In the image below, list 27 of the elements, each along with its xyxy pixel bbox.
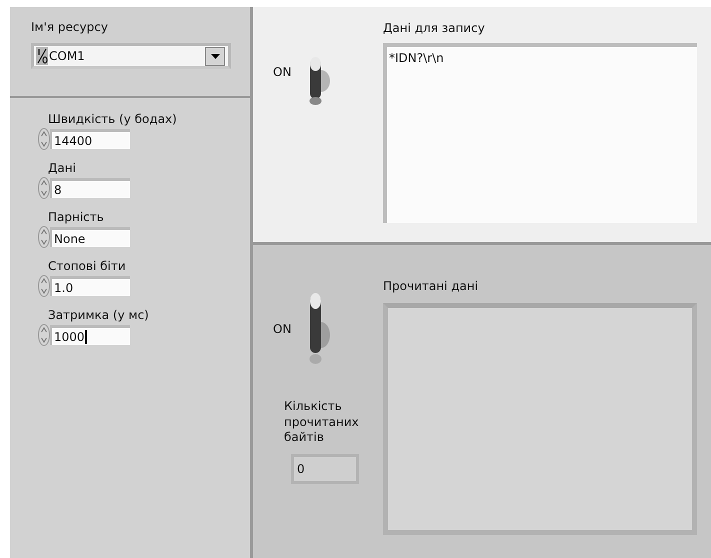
setting-label: Дані [48, 161, 77, 175]
setting-label: Стопові біти [48, 259, 127, 273]
caret-icon [210, 54, 220, 58]
read-data-label: Прочитані дані [383, 279, 480, 293]
numeric-field[interactable]: 1.0 [50, 276, 130, 296]
write-data-label: Дані для запису [383, 21, 486, 35]
spinner-arrows-icon[interactable] [38, 177, 50, 199]
spinner-arrows-icon[interactable] [38, 128, 50, 150]
dropdown-arrow-button[interactable] [205, 46, 225, 66]
spinner-arrows-icon[interactable] [38, 275, 50, 297]
numeric-field[interactable]: 14400 [50, 129, 130, 149]
numeric-field[interactable]: None [50, 227, 130, 247]
resource-dropdown[interactable]: COM1 [31, 43, 231, 69]
write-data-field[interactable]: *IDN?\r\n [383, 43, 697, 223]
setting-label: Парність [48, 210, 105, 224]
byte-count-label: Кількість прочитаних байтів [284, 399, 360, 446]
spinner-arrows-icon[interactable] [38, 226, 50, 248]
spinner-arrows-icon[interactable] [38, 324, 50, 346]
numeric-field[interactable]: 8 [50, 178, 130, 198]
switch-label: ON [273, 321, 292, 336]
setting-label: Швидкість (у бодах) [48, 112, 178, 126]
byte-count-field: 0 [291, 454, 359, 484]
resource-label: Ім'я ресурсу [31, 20, 108, 34]
switch-label: ON [273, 64, 292, 79]
io-icon [36, 47, 48, 65]
setting-label: Затримка (у мс) [48, 308, 150, 322]
numeric-field[interactable]: 1000 [50, 325, 130, 345]
